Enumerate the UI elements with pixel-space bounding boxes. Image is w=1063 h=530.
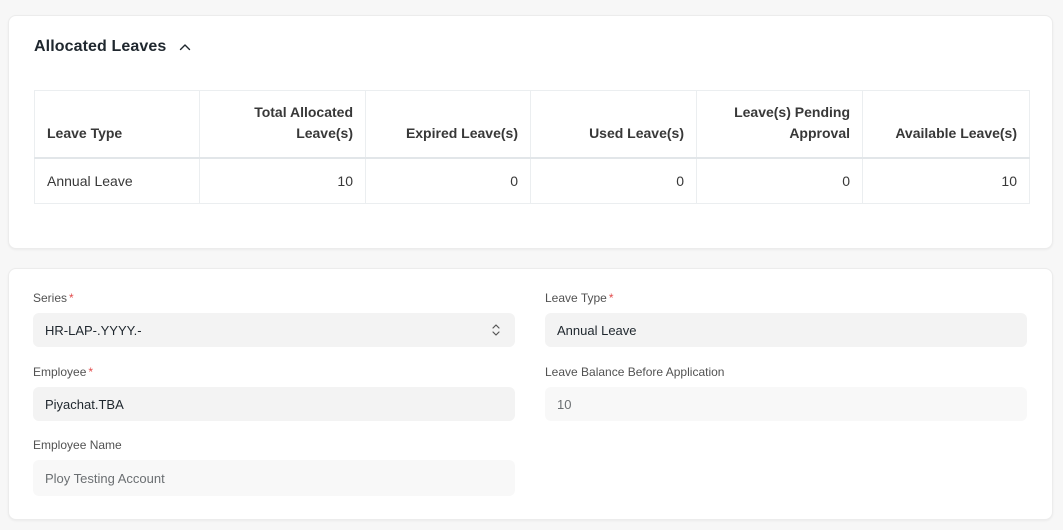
table-row: Annual Leave 10 0 0 0 10 — [34, 157, 1030, 204]
header-used: Used Leave(s) — [530, 90, 697, 158]
leave-application-form: Series * HR-LAP-.YYYY.- Leave Type * Annua… — [8, 268, 1053, 520]
employee-name-value-box: Ploy Testing Account — [33, 460, 515, 496]
header-expired: Expired Leave(s) — [365, 90, 531, 158]
allocated-leaves-table: Leave Type Total Allocated Leave(s) Expi… — [34, 90, 1030, 204]
leave-type-label: Leave Type * — [545, 291, 614, 305]
cell-total-allocated: 10 — [199, 157, 366, 204]
header-total-allocated-line1: Total Allocated — [254, 103, 353, 120]
select-arrows-icon — [491, 322, 501, 338]
employee-name-field: Employee Name Ploy Testing Account — [33, 437, 515, 496]
employee-field: Employee * Piyachat.TBA — [33, 364, 515, 421]
leave-type-field: Leave Type * Annual Leave — [545, 290, 1027, 347]
cell-available: 10 — [862, 157, 1030, 204]
required-marker: * — [88, 365, 94, 379]
required-marker: * — [69, 291, 74, 305]
header-leave-type: Leave Type — [34, 90, 200, 158]
series-field: Series * HR-LAP-.YYYY.- — [33, 290, 515, 347]
series-value: HR-LAP-.YYYY.- — [45, 322, 142, 338]
employee-value: Piyachat.TBA — [45, 396, 124, 412]
header-available: Available Leave(s) — [862, 90, 1030, 158]
employee-label: Employee * — [33, 365, 94, 379]
header-pending-approval: Leave(s) Pending Approval — [696, 90, 863, 158]
employee-name-value: Ploy Testing Account — [45, 470, 165, 486]
employee-input[interactable]: Piyachat.TBA — [33, 387, 515, 421]
required-marker: * — [608, 291, 614, 305]
table-header-row: Leave Type Total Allocated Leave(s) Expi… — [34, 90, 1030, 158]
allocated-leaves-section: Allocated Leaves Leave Type Total Alloca… — [8, 15, 1053, 249]
employee-name-label: Employee Name — [33, 438, 122, 452]
cell-expired: 0 — [365, 157, 531, 204]
leave-balance-value-box: 10 — [545, 387, 1027, 421]
header-total-allocated-line2: Leave(s) — [296, 124, 353, 141]
leave-type-value: Annual Leave — [557, 322, 637, 338]
header-pending-line2: Approval — [789, 124, 850, 141]
cell-used: 0 — [530, 157, 697, 204]
leave-balance-label: Leave Balance Before Application — [545, 365, 725, 379]
header-pending-line1: Leave(s) Pending — [734, 103, 850, 120]
allocated-leaves-toggle[interactable]: Allocated Leaves — [34, 38, 192, 56]
series-select[interactable]: HR-LAP-.YYYY.- — [33, 313, 515, 347]
leave-balance-value: 10 — [557, 396, 572, 412]
cell-leave-type: Annual Leave — [34, 157, 200, 204]
leave-type-input[interactable]: Annual Leave — [545, 313, 1027, 347]
header-total-allocated: Total Allocated Leave(s) — [199, 90, 366, 158]
series-label: Series * — [33, 291, 74, 305]
chevron-up-icon[interactable] — [178, 40, 192, 54]
leave-balance-field: Leave Balance Before Application 10 — [545, 364, 1027, 421]
section-title: Allocated Leaves — [34, 38, 167, 55]
cell-pending: 0 — [696, 157, 863, 204]
